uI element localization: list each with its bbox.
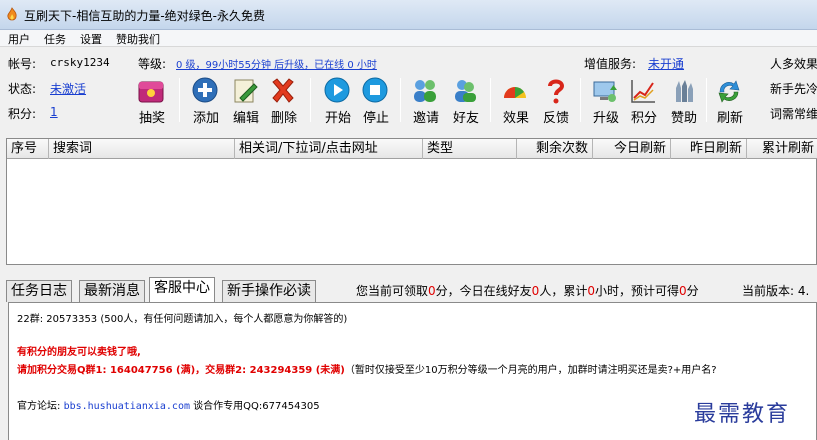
- points-chart-icon: [631, 80, 655, 103]
- tab-latest-news[interactable]: 最新消息: [79, 280, 145, 302]
- col-type[interactable]: 类型: [423, 139, 517, 159]
- points-button[interactable]: 积分: [624, 76, 664, 126]
- col-remaining[interactable]: 剩余次数: [517, 139, 593, 159]
- stop-icon: [362, 77, 388, 103]
- forum-line: 官方论坛: bbs.hushuatianxia.com 谈合作专用QQ:6774…: [17, 401, 320, 412]
- level-link[interactable]: 0 级，99小时55分钟 后升级，已在线 0 小时: [176, 56, 377, 71]
- toolbar-separator: [179, 78, 180, 122]
- delete-button[interactable]: 删除: [264, 76, 304, 126]
- col-index[interactable]: 序号: [7, 139, 49, 159]
- refresh-button[interactable]: 刷新: [710, 76, 750, 126]
- delete-label: 删除: [270, 111, 297, 126]
- stop-label: 停止: [362, 111, 389, 126]
- qq-group-line: 22群: 20573353 (500人，有任何问题请加入，每个人都愿意为你解答的…: [17, 314, 348, 325]
- toolbar-separator: [580, 78, 581, 122]
- version-text: 当前版本: 4.: [742, 284, 810, 298]
- tab-customer-service[interactable]: 客服中心: [149, 277, 215, 303]
- col-today[interactable]: 今日刷新: [593, 139, 671, 159]
- add-button[interactable]: 添加: [186, 76, 226, 126]
- hint-line-2: 新手先冷: [770, 82, 817, 96]
- effect-icon: [504, 87, 526, 98]
- invite-icon: [414, 80, 436, 102]
- refresh-label: 刷新: [716, 111, 743, 126]
- account-label: 帐号:: [8, 57, 37, 71]
- feedback-button[interactable]: 反馈: [536, 76, 576, 126]
- level-label: 等级:: [138, 57, 167, 71]
- points-sell-notice: 有积分的朋友可以卖钱了哦,: [17, 347, 141, 358]
- toolbar-separator: [400, 78, 401, 122]
- menu-settings[interactable]: 设置: [80, 31, 102, 47]
- hint-line-1: 人多效果: [770, 57, 817, 71]
- vas-link[interactable]: 未开通: [648, 55, 684, 72]
- vas-label: 增值服务:: [584, 57, 637, 71]
- task-table[interactable]: 序号 搜索词 相关词/下拉词/点击网址 类型 剩余次数 今日刷新 昨日刷新 累计…: [6, 138, 817, 265]
- refresh-icon: [718, 80, 740, 103]
- toolbar-separator: [490, 78, 491, 122]
- col-yesterday[interactable]: 昨日刷新: [671, 139, 747, 159]
- friends-label: 好友: [452, 111, 479, 126]
- points-link[interactable]: 1: [50, 105, 58, 119]
- menu-user[interactable]: 用户: [8, 31, 30, 47]
- menu-sponsor[interactable]: 赞助我们: [116, 31, 160, 47]
- add-icon: [192, 77, 218, 103]
- title-bar: 互刷天下-相信互助的力量-绝对绿色-永久免费: [0, 0, 817, 30]
- col-total[interactable]: 累计刷新: [747, 139, 817, 159]
- edit-icon: [234, 79, 258, 103]
- toolbar-separator: [310, 78, 311, 122]
- stop-button[interactable]: 停止: [356, 76, 396, 126]
- effect-button[interactable]: 效果: [496, 76, 536, 126]
- sponsor-button[interactable]: 赞助: [664, 76, 704, 126]
- feedback-icon: [548, 79, 565, 104]
- window-title: 互刷天下-相信互助的力量-绝对绿色-永久免费: [24, 9, 265, 23]
- bottom-tabs: 任务日志 最新消息 客服中心 新手操作必读 您当前可领取0分，今日在线好友0人，…: [0, 276, 817, 303]
- tab-beginner-guide[interactable]: 新手操作必读: [222, 280, 316, 302]
- trade-group-line: 请加积分交易Q群1: 164047756 (满)，交易群2: 243294359…: [17, 365, 717, 376]
- friends-button[interactable]: 好友: [446, 76, 486, 126]
- play-icon: [324, 77, 350, 103]
- invite-button[interactable]: 邀请: [406, 76, 446, 126]
- upgrade-icon: [593, 81, 617, 102]
- tab-task-log[interactable]: 任务日志: [6, 280, 72, 302]
- sponsor-label: 赞助: [670, 111, 697, 126]
- watermark: 最需教育: [694, 402, 791, 427]
- feedback-label: 反馈: [542, 111, 569, 126]
- status-link[interactable]: 未激活: [50, 80, 86, 97]
- lottery-button[interactable]: 抽奖: [132, 76, 172, 126]
- delete-icon: [272, 78, 294, 103]
- table-header: 序号 搜索词 相关词/下拉词/点击网址 类型 剩余次数 今日刷新 昨日刷新 累计…: [7, 139, 817, 159]
- app-flame-icon: [7, 7, 17, 21]
- sponsor-icon: [676, 80, 693, 102]
- lottery-label: 抽奖: [138, 111, 165, 126]
- hint-line-3: 词需常维: [770, 107, 817, 121]
- menu-bar: 用户 任务 设置 赞助我们: [0, 30, 817, 47]
- friends-icon: [455, 80, 476, 102]
- status-summary: 您当前可领取0分，今日在线好友0人，累计0小时，预计可得0分: [356, 284, 699, 298]
- col-related[interactable]: 相关词/下拉词/点击网址: [235, 139, 423, 159]
- status-label: 状态:: [8, 82, 37, 96]
- points-label: 积分:: [8, 107, 37, 121]
- col-keyword[interactable]: 搜索词: [49, 139, 235, 159]
- account-value: crsky1234: [50, 56, 110, 69]
- forum-link[interactable]: bbs.hushuatianxia.com: [64, 401, 190, 412]
- menu-task[interactable]: 任务: [44, 31, 66, 47]
- lottery-box-icon: [138, 81, 164, 103]
